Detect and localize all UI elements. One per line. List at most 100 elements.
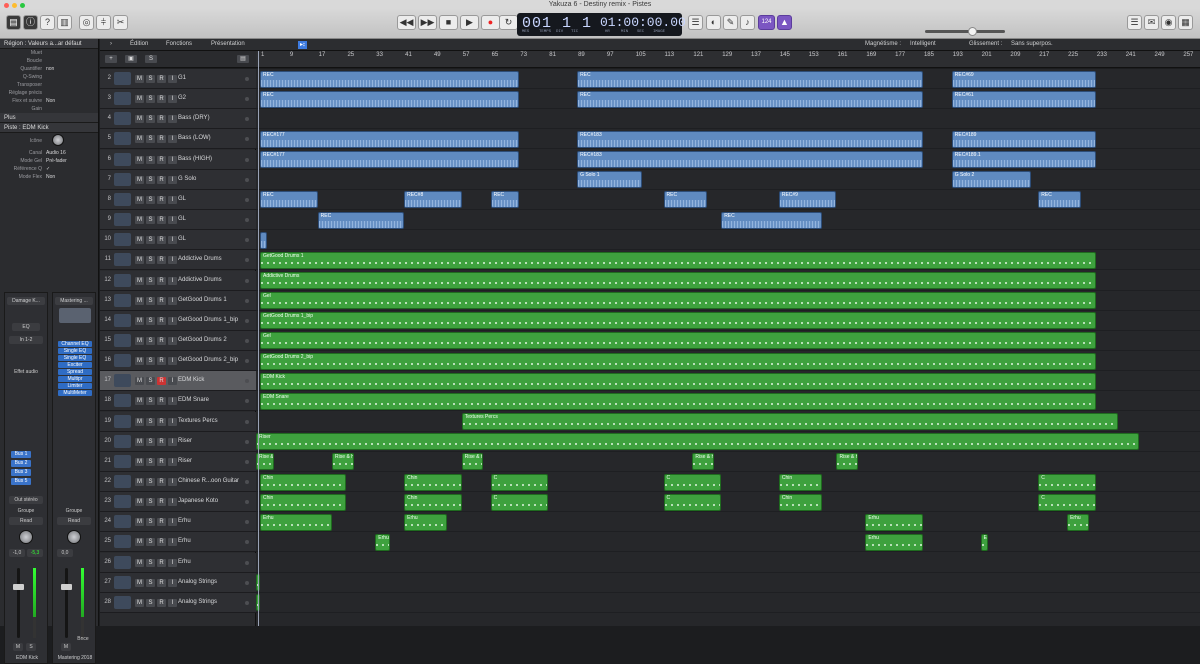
- track-activity-icon[interactable]: [245, 480, 249, 484]
- library-button[interactable]: ▤: [6, 15, 21, 30]
- record-enable-button[interactable]: R: [157, 75, 166, 83]
- solo-button[interactable]: S: [146, 316, 155, 325]
- track-name[interactable]: Bass (DRY): [178, 115, 210, 121]
- input-monitor-button[interactable]: I: [168, 397, 177, 406]
- track-activity-icon[interactable]: [245, 117, 249, 122]
- region[interactable]: G Solo 2: [951, 171, 1032, 189]
- solo-button[interactable]: S: [146, 75, 155, 83]
- region[interactable]: Chin: [260, 493, 347, 511]
- track-name[interactable]: Erhu: [178, 559, 191, 565]
- more-disclosure[interactable]: Plus: [0, 113, 98, 123]
- record-enable-button[interactable]: R: [157, 175, 166, 184]
- track-header[interactable]: 7 M S R I G Solo: [100, 169, 256, 190]
- forward-button[interactable]: ▶▶: [418, 15, 437, 30]
- solo-button[interactable]: S: [146, 236, 155, 245]
- record-enable-button[interactable]: R: [157, 357, 166, 366]
- record-enable-button[interactable]: R: [157, 336, 166, 345]
- track-name[interactable]: G1: [178, 75, 186, 81]
- region[interactable]: Gel: [260, 332, 1096, 350]
- track-activity-icon[interactable]: [245, 157, 249, 162]
- inspector-button[interactable]: ⓘ: [23, 15, 38, 30]
- track-activity-icon[interactable]: [245, 258, 249, 263]
- solo-button[interactable]: S: [146, 377, 155, 386]
- record-enable-button[interactable]: R: [157, 437, 166, 446]
- track-name[interactable]: Analog Strings: [178, 579, 217, 585]
- region[interactable]: REC: [577, 70, 923, 88]
- editors-button[interactable]: ✂: [113, 15, 128, 30]
- track-name[interactable]: GetGood Drums 1: [178, 297, 227, 303]
- record-enable-button[interactable]: R: [157, 498, 166, 507]
- mute-button[interactable]: M: [135, 155, 144, 164]
- mute-button[interactable]: M: [135, 498, 144, 507]
- input-monitor-button[interactable]: I: [168, 377, 177, 386]
- input-monitor-button[interactable]: I: [168, 175, 177, 184]
- drag-dropdown[interactable]: Sans superpos.: [1011, 41, 1053, 47]
- track-activity-icon[interactable]: [245, 218, 249, 223]
- input-monitor-button[interactable]: I: [168, 296, 177, 305]
- track-header[interactable]: 22 M S R I Chinese R...oon Guitar: [100, 472, 256, 492]
- region[interactable]: GetGood Drums 1_bip: [260, 312, 1096, 330]
- track-name[interactable]: GetGood Drums 1_bip: [178, 317, 238, 323]
- solo-button[interactable]: S: [146, 558, 155, 567]
- plugin-slot[interactable]: Channel EQ: [58, 341, 92, 347]
- track-activity-icon[interactable]: [245, 439, 249, 444]
- region[interactable]: Riser: [256, 433, 1140, 451]
- edit-menu[interactable]: ›: [110, 41, 112, 47]
- mute-button[interactable]: M: [135, 478, 144, 486]
- track-header[interactable]: 2 M S R I G1: [100, 69, 256, 89]
- bounce-button[interactable]: Bnce: [74, 635, 92, 643]
- input-monitor-button[interactable]: I: [168, 498, 177, 507]
- param-value[interactable]: ✓: [46, 165, 50, 173]
- track-header[interactable]: 17 M S R I EDM Kick: [100, 371, 256, 392]
- track-header[interactable]: 19 M S R I Textures Percs: [100, 411, 256, 432]
- region[interactable]: REC#183: [577, 151, 923, 169]
- solo-button[interactable]: S: [146, 135, 155, 144]
- track-header[interactable]: 3 M S R I G2: [100, 89, 256, 110]
- track-name[interactable]: G Solo: [178, 176, 196, 182]
- inspector-row[interactable]: Mode Flex Non: [0, 173, 98, 181]
- region[interactable]: C: [663, 473, 722, 491]
- solo-button[interactable]: S: [146, 598, 155, 607]
- region[interactable]: Gel: [260, 292, 1096, 310]
- region[interactable]: C: [1038, 473, 1096, 491]
- input-monitor-button[interactable]: I: [168, 518, 177, 527]
- input-monitor-button[interactable]: I: [168, 598, 177, 607]
- solo-button[interactable]: S: [146, 155, 155, 164]
- region[interactable]: C: [490, 493, 549, 511]
- region[interactable]: C: [663, 493, 722, 511]
- track-header[interactable]: 16 M S R I GetGood Drums 2_bip: [100, 351, 256, 372]
- track-name[interactable]: GL: [178, 236, 186, 242]
- mute-button[interactable]: M: [135, 357, 144, 366]
- track-name[interactable]: Textures Percs: [178, 418, 218, 424]
- param-value[interactable]: Pré-fader: [46, 157, 67, 165]
- region[interactable]: Erhu: [1067, 513, 1089, 531]
- catch-button[interactable]: ▸⦂: [298, 41, 307, 49]
- solo-button[interactable]: S: [26, 643, 36, 651]
- pencil-icon[interactable]: ✎: [723, 15, 738, 30]
- record-enable-button[interactable]: R: [157, 276, 166, 285]
- view-menu[interactable]: Présentation: [211, 41, 245, 47]
- region[interactable]: REC: [260, 70, 520, 88]
- solo-button[interactable]: S: [146, 397, 155, 406]
- mute-button[interactable]: M: [135, 195, 144, 204]
- mute-button[interactable]: M: [135, 437, 144, 446]
- track-name[interactable]: Analog Strings: [178, 599, 217, 605]
- mute-button[interactable]: M: [135, 296, 144, 305]
- track-activity-icon[interactable]: [245, 600, 249, 605]
- record-enable-button[interactable]: R: [157, 478, 166, 486]
- track-header[interactable]: 13 M S R I GetGood Drums 1: [100, 290, 256, 311]
- plugin-slot[interactable]: Multipr: [58, 376, 92, 382]
- input-monitor-button[interactable]: I: [168, 336, 177, 345]
- track-header[interactable]: 23 M S R I Japanese Koto: [100, 492, 256, 513]
- track-header[interactable]: 21 M S R I Riser: [100, 451, 256, 472]
- mute-button[interactable]: M: [135, 558, 144, 567]
- mute-button[interactable]: M: [135, 95, 144, 104]
- region[interactable]: [260, 231, 268, 249]
- record-enable-button[interactable]: R: [157, 538, 166, 547]
- plugin-slot[interactable]: Spread: [58, 369, 92, 375]
- mute-button[interactable]: M: [135, 75, 144, 83]
- track-activity-icon[interactable]: [245, 197, 249, 202]
- track-activity-icon[interactable]: [245, 177, 249, 182]
- track-activity-icon[interactable]: [245, 540, 249, 545]
- record-enable-button[interactable]: R: [157, 135, 166, 144]
